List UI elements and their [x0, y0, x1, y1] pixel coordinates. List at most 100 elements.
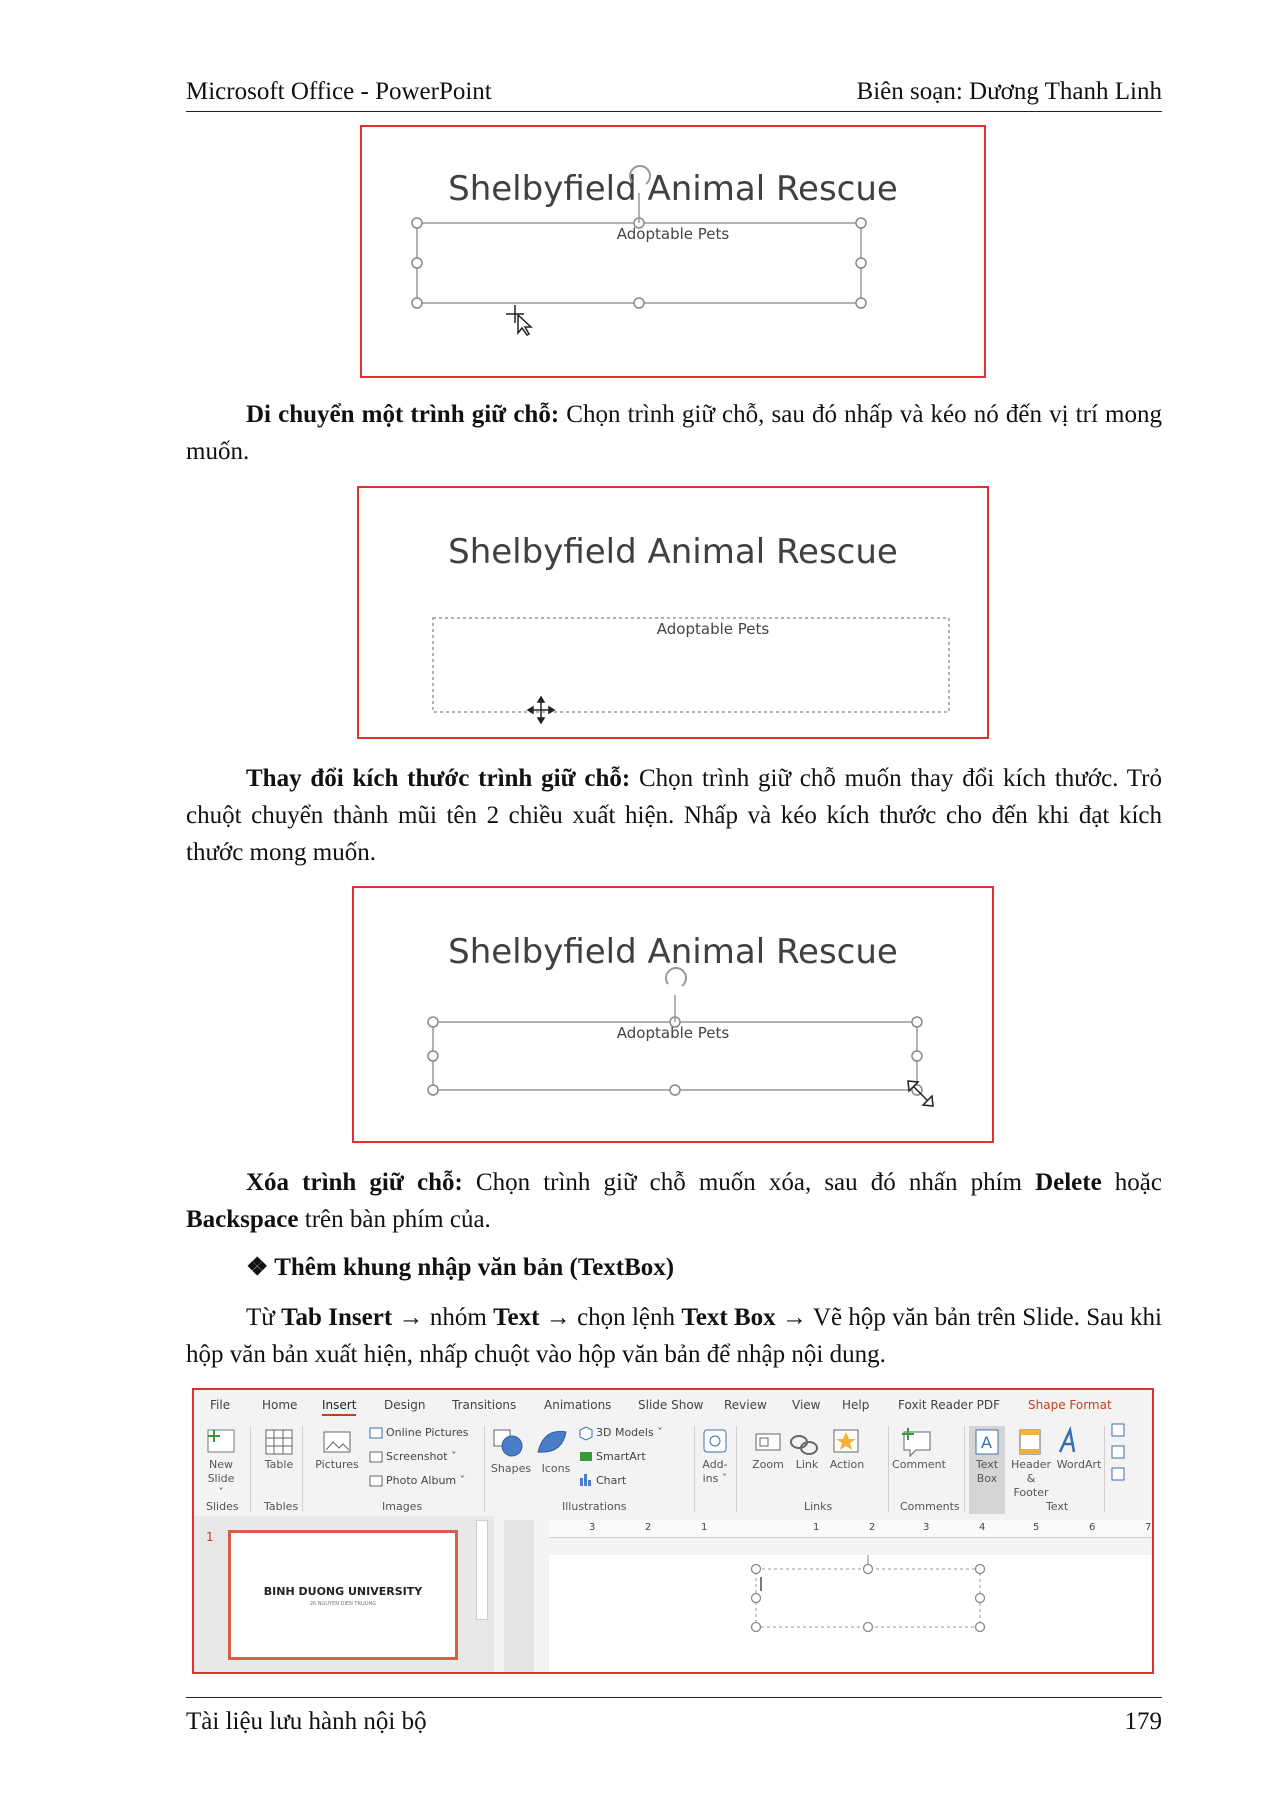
shapes-icon	[493, 1429, 523, 1457]
resize-handles	[427, 967, 934, 1107]
separator	[736, 1426, 737, 1512]
header-footer-icon	[1019, 1429, 1041, 1455]
page-footer: Tài liệu lưu hành nội bộ 179	[186, 1697, 1162, 1735]
heading-textbox: ❖ Thêm khung nhập văn bản (TextBox)	[186, 1249, 1162, 1286]
ruler-number: 5	[1033, 1522, 1040, 1533]
delete-text-1: Chọn trình giữ chỗ muốn xóa, sau đó nhấn…	[462, 1169, 1036, 1196]
move-bold: Di chuyển một trình giữ chỗ:	[246, 401, 560, 428]
paragraph-move: Di chuyển một trình giữ chỗ: Chọn trình …	[186, 396, 1162, 470]
photo-album-icon	[369, 1475, 383, 1487]
figure-move-placeholder: Shelbyfield Animal Rescue Adoptable Pets	[360, 125, 986, 378]
ruler-number: 2	[645, 1522, 652, 1533]
smartart-icon	[580, 1452, 592, 1461]
figure-resize-placeholder: Shelbyfield Animal Rescue Adoptable Pets	[352, 886, 994, 1143]
group-comments: Comments	[900, 1500, 960, 1513]
action-icon	[833, 1429, 859, 1453]
slide-thumbnail[interactable]: BINH DUONG UNIVERSITY 26 NGUYEN DIEN TRU…	[228, 1530, 458, 1660]
thumbnail-scrollbar[interactable]	[476, 1520, 488, 1620]
text-box-icon: A	[975, 1429, 999, 1455]
icons-icon	[537, 1430, 567, 1453]
comment-button[interactable]: Comment	[890, 1458, 948, 1472]
textbox-bold-1: Tab Insert	[281, 1304, 393, 1331]
figure-dragging-placeholder: Shelbyfield Animal Rescue Adoptable Pets	[357, 486, 989, 739]
textbox-bold-3: Text Box	[681, 1304, 776, 1331]
delete-bold: Xóa trình giữ chỗ:	[246, 1169, 463, 1196]
shapes-button[interactable]: Shapes	[490, 1462, 532, 1476]
separator	[888, 1426, 889, 1512]
vertical-ruler	[504, 1520, 534, 1672]
link-button[interactable]: Link	[792, 1458, 822, 1472]
footer-left: Tài liệu lưu hành nội bộ	[186, 1708, 427, 1735]
dashed-outline	[432, 617, 950, 725]
pictures-icon	[323, 1431, 351, 1453]
ruler-number: 7	[1145, 1522, 1152, 1533]
ruler-number: 1	[813, 1522, 820, 1533]
slide-canvas[interactable]	[549, 1555, 1154, 1674]
new-slide-button[interactable]: New Slide ˇ	[204, 1458, 238, 1500]
page-header: Microsoft Office - PowerPoint Biên soạn:…	[186, 78, 1162, 112]
photo-album-button[interactable]: Photo Album ˇ	[386, 1474, 465, 1487]
table-button[interactable]: Table	[260, 1458, 298, 1472]
3d-models-button[interactable]: 3D Models ˇ	[596, 1426, 663, 1439]
header-footer-button[interactable]: Header & Footer	[1008, 1458, 1054, 1500]
rotate-icon	[629, 165, 651, 223]
svg-text:A: A	[981, 1433, 992, 1452]
text-box-button[interactable]: Text Box	[971, 1458, 1003, 1486]
online-pictures-button[interactable]: Online Pictures	[386, 1426, 469, 1439]
separator	[1104, 1426, 1105, 1512]
textbox-text-3: → chọn lệnh	[539, 1304, 682, 1331]
delete-text-3: trên bàn phím của.	[298, 1206, 491, 1233]
ruler-number: 4	[979, 1522, 986, 1533]
chart-button[interactable]: Chart	[596, 1474, 626, 1487]
paragraph-resize: Thay đổi kích thước trình giữ chỗ: Chọn …	[186, 760, 1162, 871]
backspace-key: Backspace	[186, 1206, 299, 1233]
action-button[interactable]: Action	[826, 1458, 868, 1472]
group-links: Links	[804, 1500, 833, 1513]
header-right: Biên soạn: Dương Thanh Linh	[856, 78, 1162, 105]
textbox-bold-2: Text	[493, 1304, 540, 1331]
smartart-button[interactable]: SmartArt	[596, 1450, 646, 1463]
wordart-button[interactable]: WordArt	[1056, 1458, 1102, 1472]
ruler-number: 2	[869, 1522, 876, 1533]
screenshot-button[interactable]: Screenshot ˇ	[386, 1450, 457, 1463]
addins-button[interactable]: Add-ins ˇ	[700, 1458, 730, 1486]
icons-button[interactable]: Icons	[538, 1462, 574, 1476]
thumbnail-title: BINH DUONG UNIVERSITY	[263, 1585, 423, 1598]
zoom-icon	[755, 1433, 781, 1451]
move-cursor-icon	[506, 305, 533, 336]
textbox-text-1: Từ	[246, 1304, 282, 1331]
delete-key: Delete	[1035, 1169, 1102, 1196]
textbox-text-2: → nhóm	[392, 1304, 494, 1331]
ruler-number: 6	[1089, 1522, 1096, 1533]
resize-cursor-icon	[907, 1080, 934, 1107]
slide-number: 1	[206, 1530, 214, 1544]
paragraph-textbox: Từ Tab Insert → nhóm Text → chọn lệnh Te…	[186, 1299, 1162, 1373]
addins-icon	[703, 1429, 727, 1453]
separator	[484, 1426, 485, 1512]
link-icon	[790, 1435, 818, 1455]
separator	[694, 1426, 695, 1512]
group-slides: Slides	[206, 1500, 239, 1513]
paragraph-delete: Xóa trình giữ chỗ: Chọn trình giữ chỗ mu…	[186, 1164, 1162, 1238]
group-tables: Tables	[264, 1500, 299, 1513]
group-images: Images	[382, 1500, 423, 1513]
pictures-button[interactable]: Pictures	[312, 1458, 362, 1472]
separator	[250, 1426, 251, 1512]
textbox-heading: ❖ Thêm khung nhập văn bản (TextBox)	[246, 1254, 675, 1281]
page-number: 179	[1124, 1708, 1163, 1735]
group-text: Text	[1046, 1500, 1069, 1513]
horizontal-ruler: 3 2 1 1 2 3 4 5 6 7	[549, 1520, 1152, 1538]
group-illustrations: Illustrations	[562, 1500, 627, 1513]
ruler-number: 3	[923, 1522, 930, 1533]
header-left: Microsoft Office - PowerPoint	[186, 78, 492, 105]
slide-thumbnail-pane: 1 BINH DUONG UNIVERSITY 26 NGUYEN DIEN T…	[194, 1516, 494, 1672]
separator	[302, 1426, 303, 1512]
equation-icons	[1111, 1423, 1125, 1481]
delete-text-2: hoặc	[1101, 1169, 1162, 1196]
resize-bold: Thay đổi kích thước trình giữ chỗ:	[246, 765, 631, 792]
zoom-button[interactable]: Zoom	[750, 1458, 786, 1472]
new-textbox[interactable]	[549, 1555, 1154, 1674]
chart-icon	[580, 1474, 591, 1486]
comment-icon	[902, 1428, 931, 1458]
online-pictures-icon	[369, 1427, 383, 1439]
